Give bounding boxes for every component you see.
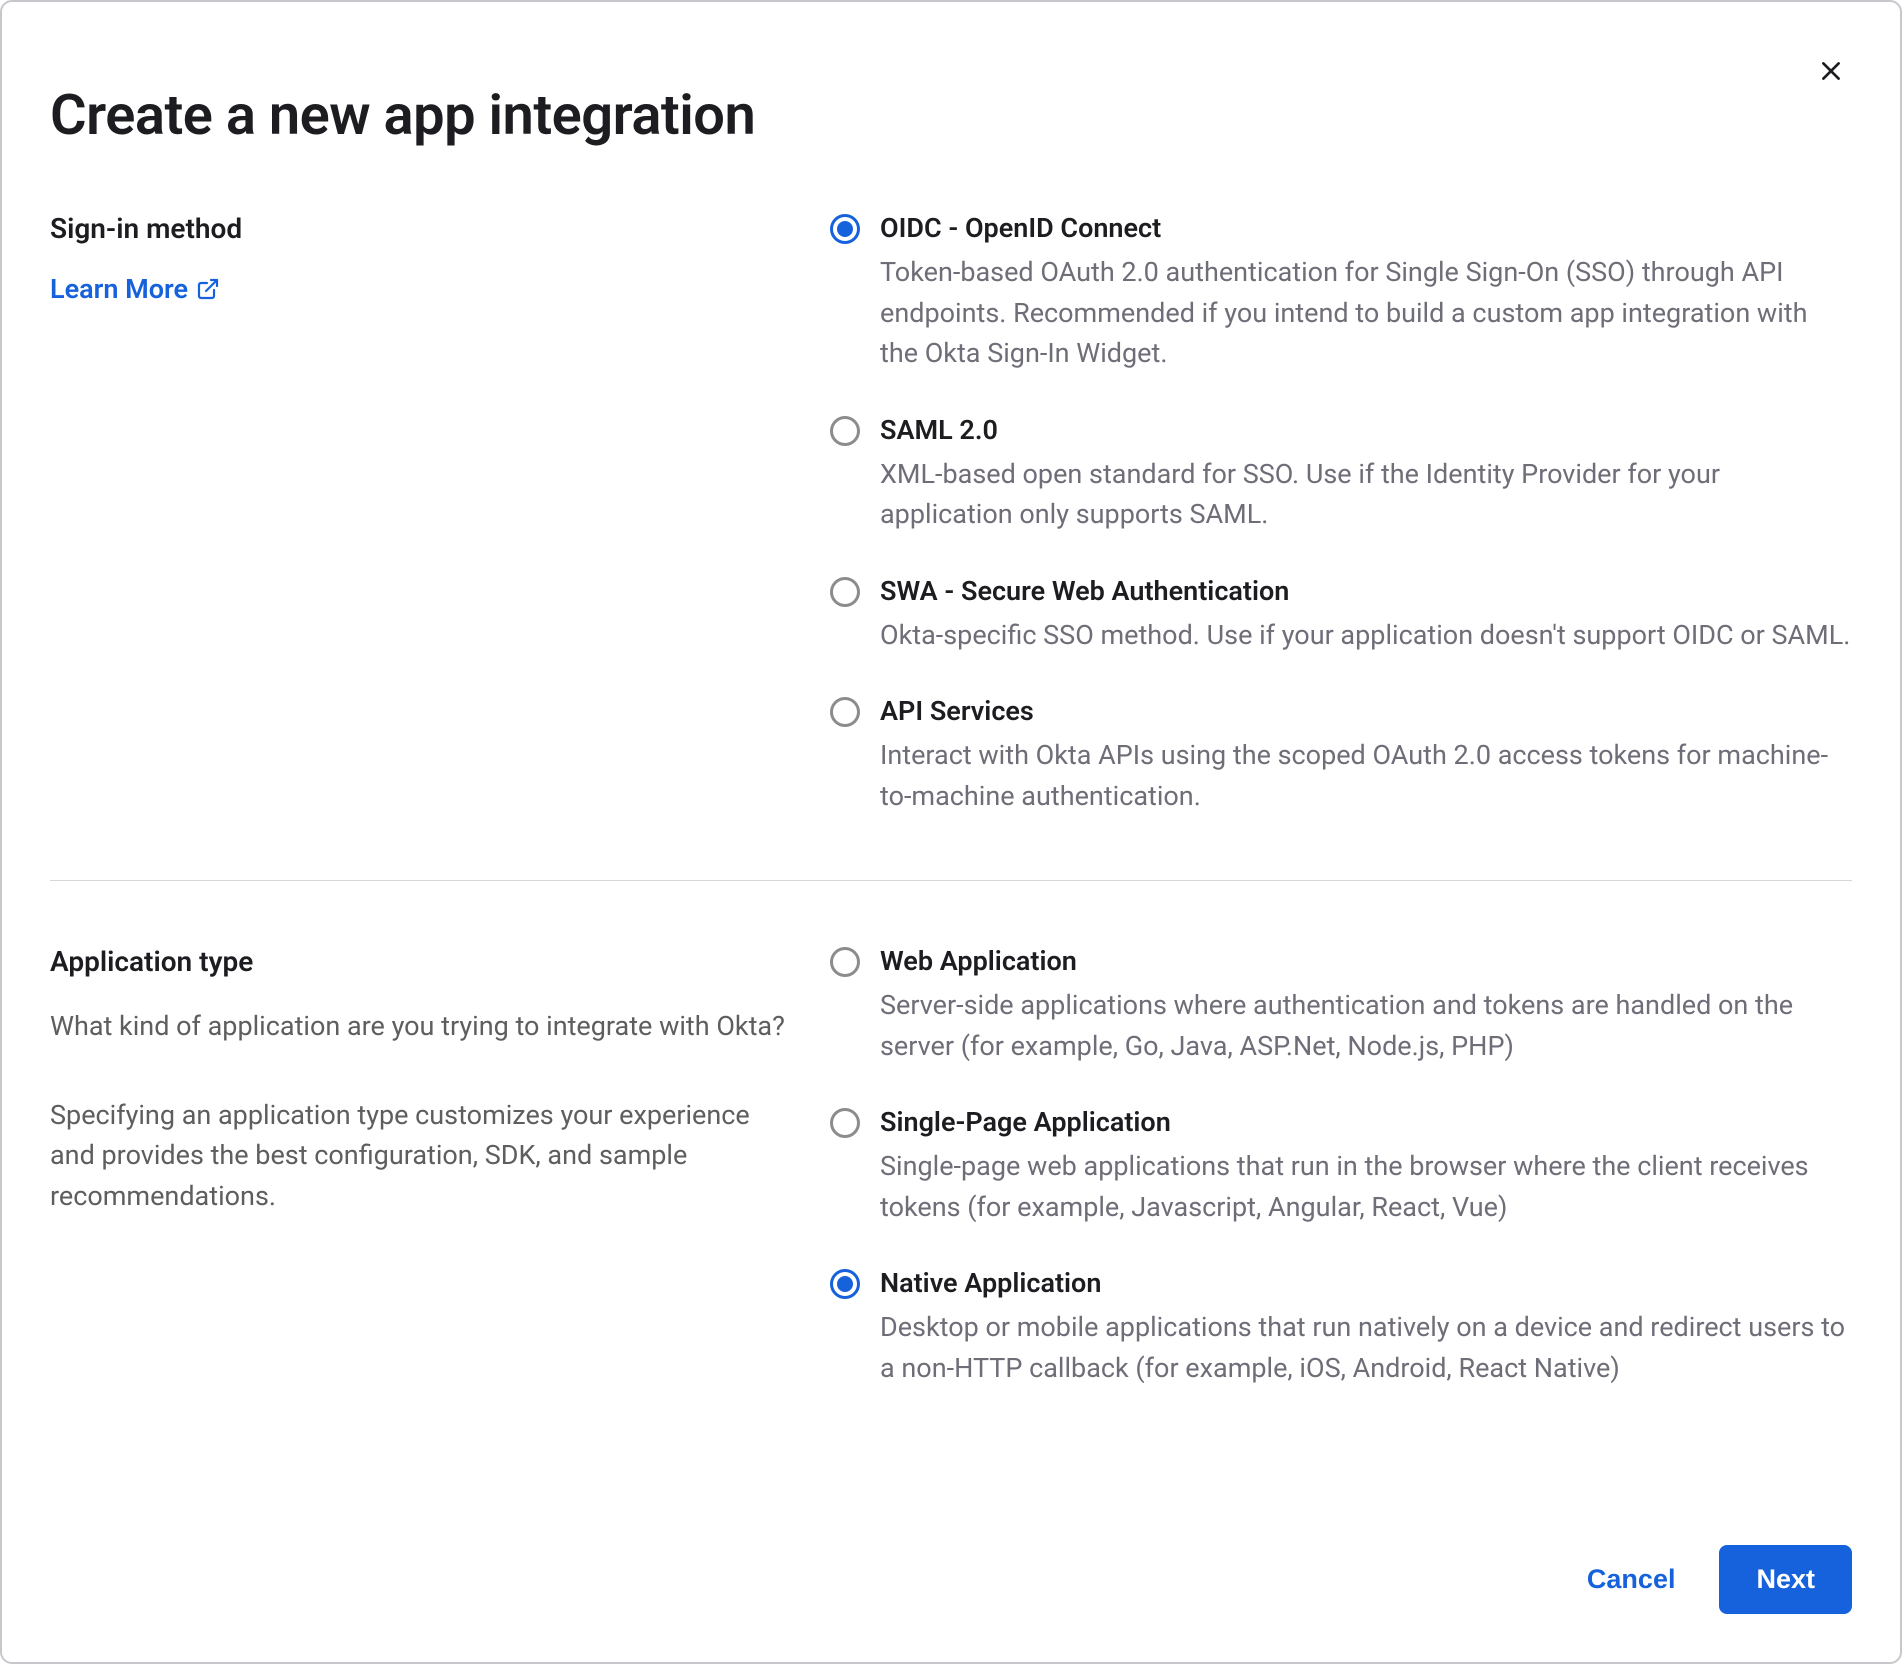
option-title: SAML 2.0 bbox=[880, 414, 1852, 446]
learn-more-label: Learn More bbox=[50, 273, 188, 305]
option-desc: Okta-specific SSO method. Use if your ap… bbox=[880, 615, 1852, 656]
application-type-section: Application type What kind of applicatio… bbox=[50, 880, 1852, 1388]
option-desc: Single-page web applications that run in… bbox=[880, 1146, 1852, 1227]
apptype-option-native[interactable]: Native Application Desktop or mobile app… bbox=[830, 1267, 1852, 1388]
option-desc: Server-side applications where authentic… bbox=[880, 985, 1852, 1066]
option-title: Native Application bbox=[880, 1267, 1852, 1299]
radio-api-services[interactable] bbox=[830, 697, 860, 727]
apptype-option-spa[interactable]: Single-Page Application Single-page web … bbox=[830, 1106, 1852, 1227]
signin-method-section: Sign-in method Learn More OIDC - OpenID … bbox=[50, 212, 1852, 816]
radio-web-app[interactable] bbox=[830, 947, 860, 977]
signin-option-api-services[interactable]: API Services Interact with Okta APIs usi… bbox=[830, 695, 1852, 816]
option-title: OIDC - OpenID Connect bbox=[880, 212, 1852, 244]
radio-saml[interactable] bbox=[830, 416, 860, 446]
modal-title: Create a new app integration bbox=[50, 82, 1852, 148]
signin-option-saml[interactable]: SAML 2.0 XML-based open standard for SSO… bbox=[830, 414, 1852, 535]
external-link-icon bbox=[196, 277, 220, 301]
radio-oidc[interactable] bbox=[830, 214, 860, 244]
close-button[interactable] bbox=[1810, 50, 1852, 92]
application-type-helper-2: Specifying an application type customize… bbox=[50, 1095, 790, 1217]
option-title: API Services bbox=[880, 695, 1852, 727]
apptype-option-web[interactable]: Web Application Server-side applications… bbox=[830, 945, 1852, 1066]
close-icon bbox=[1818, 58, 1844, 84]
application-type-helper-1: What kind of application are you trying … bbox=[50, 1006, 790, 1047]
next-button[interactable]: Next bbox=[1719, 1545, 1852, 1614]
option-title: SWA - Secure Web Authentication bbox=[880, 575, 1852, 607]
option-title: Web Application bbox=[880, 945, 1852, 977]
signin-option-swa[interactable]: SWA - Secure Web Authentication Okta-spe… bbox=[830, 575, 1852, 656]
radio-native[interactable] bbox=[830, 1269, 860, 1299]
option-desc: Token-based OAuth 2.0 authentication for… bbox=[880, 252, 1852, 374]
application-type-heading: Application type bbox=[50, 945, 790, 978]
signin-option-oidc[interactable]: OIDC - OpenID Connect Token-based OAuth … bbox=[830, 212, 1852, 374]
option-desc: Desktop or mobile applications that run … bbox=[880, 1307, 1852, 1388]
option-title: Single-Page Application bbox=[880, 1106, 1852, 1138]
cancel-button[interactable]: Cancel bbox=[1579, 1548, 1684, 1611]
signin-method-heading: Sign-in method bbox=[50, 212, 790, 245]
modal-footer: Cancel Next bbox=[1579, 1545, 1852, 1614]
option-desc: XML-based open standard for SSO. Use if … bbox=[880, 454, 1852, 535]
radio-swa[interactable] bbox=[830, 577, 860, 607]
option-desc: Interact with Okta APIs using the scoped… bbox=[880, 735, 1852, 816]
learn-more-link[interactable]: Learn More bbox=[50, 273, 220, 305]
create-app-integration-modal: Create a new app integration Sign-in met… bbox=[0, 0, 1902, 1664]
radio-spa[interactable] bbox=[830, 1108, 860, 1138]
